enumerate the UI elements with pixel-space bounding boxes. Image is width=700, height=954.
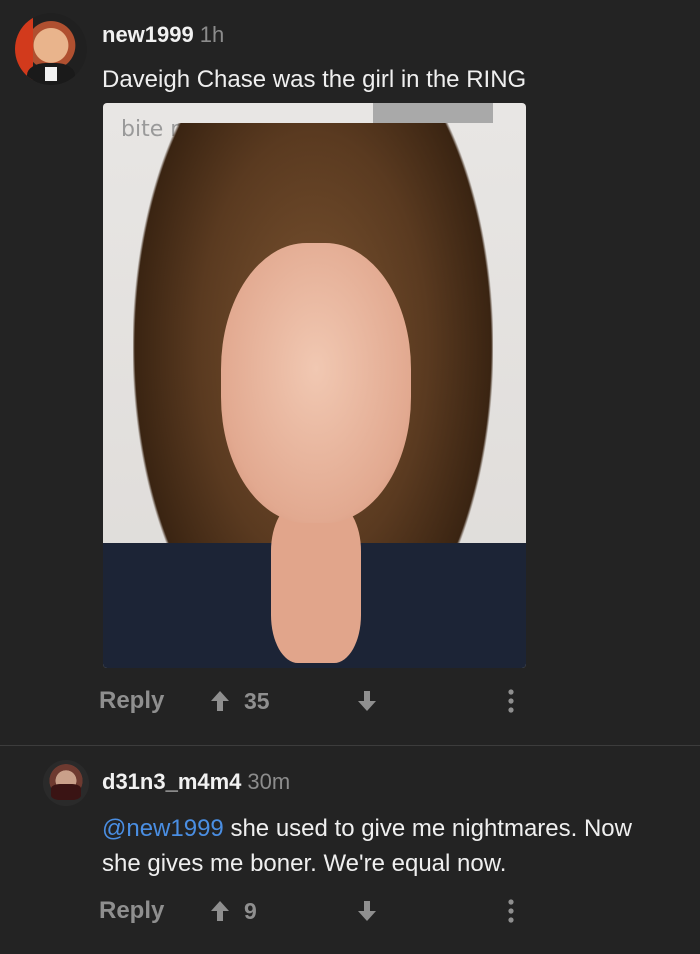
arrow-down-icon[interactable] bbox=[355, 899, 379, 923]
comment-text: @new1999 she used to give me nightmares.… bbox=[102, 811, 672, 881]
arrow-up-icon[interactable] bbox=[208, 899, 232, 923]
comment-actions: Reply 35 bbox=[0, 683, 700, 723]
vertical-dots-icon[interactable] bbox=[500, 685, 522, 717]
comment: new1999 1h Daveigh Chase was the girl in … bbox=[0, 0, 700, 745]
username[interactable]: new1999 bbox=[102, 22, 194, 47]
upvote-count: 9 bbox=[244, 898, 257, 924]
photo-face bbox=[221, 243, 411, 523]
avatar-collar bbox=[45, 67, 57, 81]
comment-actions: Reply 9 bbox=[0, 893, 700, 933]
comment-image[interactable]: bite me bbox=[103, 103, 526, 668]
comment-meta: new1999 1h bbox=[102, 22, 224, 48]
backdrop-banner bbox=[373, 103, 493, 123]
upvote-count: 35 bbox=[244, 688, 270, 714]
reply-button[interactable]: Reply bbox=[99, 897, 164, 925]
comment-text: Daveigh Chase was the girl in the RING bbox=[102, 66, 527, 93]
vertical-dots-icon[interactable] bbox=[500, 895, 522, 927]
reply-button[interactable]: Reply bbox=[99, 687, 164, 715]
user-mention-link[interactable]: @new1999 bbox=[102, 815, 224, 842]
arrow-up-icon[interactable] bbox=[208, 689, 232, 713]
comment-age: 1h bbox=[199, 22, 225, 47]
photo-neck bbox=[271, 503, 361, 663]
comment-meta: d31n3_m4m4 30m bbox=[102, 769, 290, 795]
arrow-down-icon[interactable] bbox=[355, 689, 379, 713]
avatar[interactable] bbox=[43, 760, 89, 806]
avatar-shadow bbox=[51, 784, 81, 800]
username[interactable]: d31n3_m4m4 bbox=[102, 769, 241, 794]
avatar[interactable] bbox=[15, 13, 87, 85]
comment-age: 30m bbox=[247, 769, 291, 794]
